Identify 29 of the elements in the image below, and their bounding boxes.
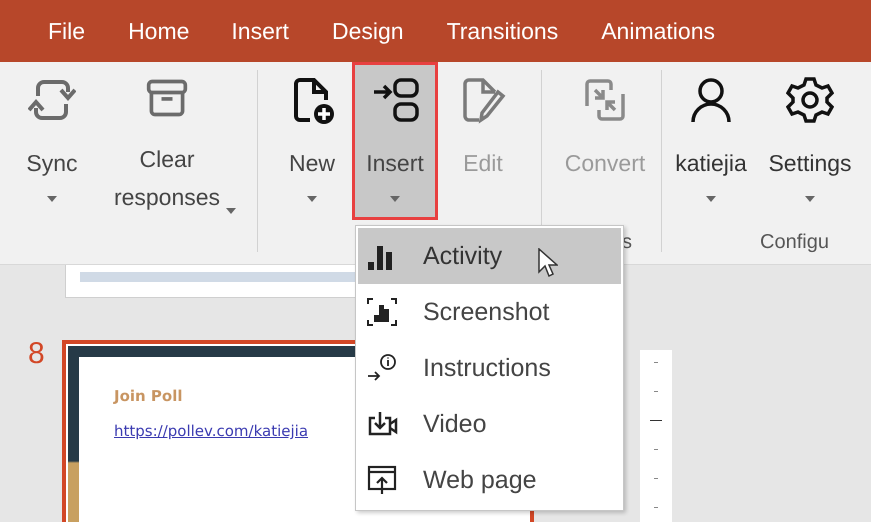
group-label: Configu	[760, 231, 829, 254]
caret-icon	[307, 196, 317, 202]
ribbon-button[interactable]: Insert	[352, 62, 438, 220]
settings-icon	[786, 76, 834, 124]
poll-link[interactable]: https://pollev.com/katiejia	[114, 422, 308, 440]
slide-number: 8	[28, 337, 45, 371]
ribbon-tab[interactable]: File	[48, 18, 86, 44]
slide-title: Join Poll	[114, 387, 183, 405]
ribbon-button[interactable]: katiejia	[666, 62, 756, 220]
ribbon-button[interactable]: New	[272, 62, 352, 220]
menu-item[interactable]: Screenshot	[358, 284, 621, 340]
caret-icon	[47, 196, 57, 202]
ribbon-button[interactable]: Settings	[756, 62, 864, 220]
caret-icon	[706, 196, 716, 202]
web-page-icon	[366, 464, 398, 496]
ribbon-tab[interactable]: Home	[128, 18, 190, 44]
ribbon-button[interactable]: Sync	[12, 62, 92, 220]
menu-item[interactable]: Activity	[358, 228, 621, 284]
ribbon-tab[interactable]: Animations	[601, 18, 715, 44]
ribbon-tab[interactable]: Design	[332, 18, 404, 44]
caret-icon	[390, 196, 400, 202]
ribbon-tab[interactable]: Transitions	[446, 18, 558, 44]
caret-icon	[226, 208, 236, 214]
caret-icon	[805, 196, 815, 202]
ribbon-tab[interactable]: Insert	[231, 18, 289, 44]
mouse-cursor	[538, 248, 558, 278]
insert-icon	[371, 76, 419, 124]
screenshot-icon	[366, 296, 398, 328]
ribbon-button[interactable]: Clear responses	[92, 62, 242, 220]
